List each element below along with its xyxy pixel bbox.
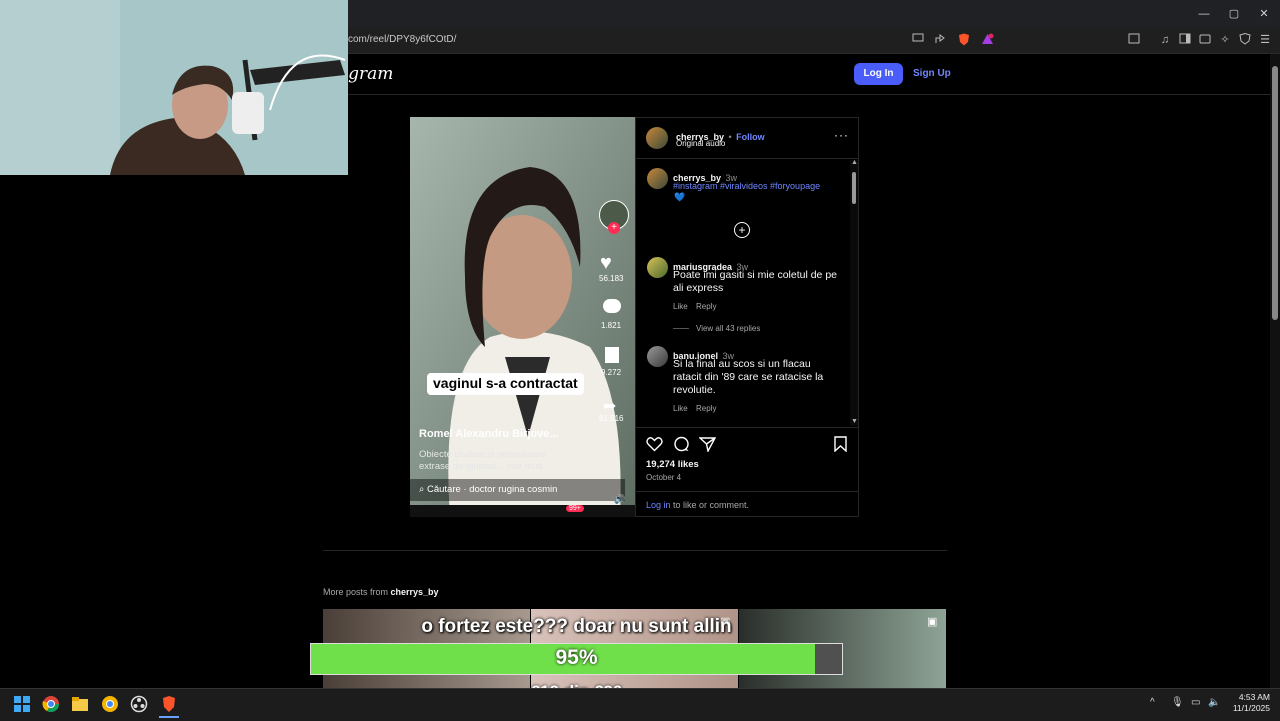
video-likes-count: 56.183 <box>599 274 624 283</box>
reel-icon: ▣ <box>927 616 938 628</box>
plus-icon: + <box>608 222 620 234</box>
share-icon[interactable] <box>933 33 947 47</box>
system-clock[interactable]: 4:53 AM 11/1/2025 <box>1228 692 1270 714</box>
clock-time: 4:53 AM <box>1238 692 1270 702</box>
comment-text: Poate imi gasiti si mie coletul de pe al… <box>673 269 837 294</box>
maximize-button[interactable]: ▢ <box>1224 6 1244 22</box>
video-search-overlay: ⌕ Căutare · doctor rugina cosmin <box>419 484 557 495</box>
replies-line <box>673 328 689 329</box>
video-saves-count: 9.272 <box>601 368 622 377</box>
comment-text: Si la final au scos si un flacau ratacit… <box>673 358 824 396</box>
microphone-icon[interactable]: 🎙 <box>1171 697 1184 708</box>
reader-mode-icon[interactable] <box>1127 33 1141 47</box>
bookmark-icon <box>605 347 619 363</box>
speaker-icon[interactable]: 🔈 <box>1208 697 1220 708</box>
login-button[interactable]: Log In <box>854 63 903 85</box>
obs-icon[interactable] <box>130 695 148 713</box>
media-icon[interactable]: ♫ <box>1158 33 1172 47</box>
blue-heart-emoji: 💙 <box>674 192 686 202</box>
clock-date: 11/1/2025 <box>1232 703 1270 713</box>
cast-icon[interactable] <box>911 33 925 47</box>
more-posts-label: More posts from <box>323 587 391 597</box>
comment-reply-button[interactable]: Reply <box>696 404 716 413</box>
more-options-icon[interactable]: ··· <box>834 128 849 142</box>
comment-reply-button[interactable]: Reply <box>696 302 716 311</box>
donation-percent: 95% <box>555 646 598 669</box>
more-posts-heading: More posts from cherrys_by <box>323 587 439 597</box>
panel-divider <box>636 427 858 428</box>
video-desc-overlay: Obiecte ciudate si periculoase extrase d… <box>419 449 546 472</box>
comment-avatar[interactable] <box>647 257 668 278</box>
brave-shield-icon[interactable] <box>957 33 971 47</box>
network-icon[interactable]: ▭ <box>1191 697 1200 708</box>
vpn-shield-icon[interactable] <box>1238 32 1252 47</box>
load-more-comments-icon[interactable]: + <box>734 222 750 238</box>
comment-icon[interactable] <box>673 436 690 457</box>
section-divider <box>323 550 947 551</box>
active-app-indicator <box>159 716 179 718</box>
original-audio-link[interactable]: Original audio <box>676 139 725 148</box>
video-caption-overlay: vaginul s-a contractat <box>427 373 584 395</box>
comment-avatar[interactable] <box>647 346 668 367</box>
windows-taskbar <box>0 688 1280 721</box>
login-prompt-text: to like or comment. <box>670 500 750 510</box>
donation-goal-title: o fortez este??? doar nu sunt allin <box>421 616 732 637</box>
webcam-overlay <box>0 0 348 175</box>
chevron-up-icon[interactable]: ^ <box>1150 697 1155 708</box>
heart-icon: ♥ <box>600 252 612 274</box>
close-window-button[interactable]: ✕ <box>1254 6 1274 22</box>
author-avatar[interactable] <box>646 127 668 149</box>
login-link[interactable]: Log in <box>646 500 671 510</box>
video-shares-count: 81.516 <box>599 414 624 423</box>
wallet-icon[interactable] <box>1198 33 1212 47</box>
like-icon[interactable] <box>646 436 663 457</box>
leo-ai-icon[interactable]: ✧ <box>1218 33 1232 47</box>
save-icon[interactable] <box>834 436 847 457</box>
video-comments-count: 1.821 <box>601 321 622 330</box>
send-icon[interactable] <box>698 436 717 457</box>
video-caption-text: vaginul s-a contractat <box>433 375 578 391</box>
signup-link[interactable]: Sign Up <box>913 63 951 85</box>
comment-like-button[interactable]: Like <box>673 302 688 311</box>
login-prompt: Log in to like or comment. <box>646 500 749 510</box>
view-replies-button[interactable]: View all 43 replies <box>696 324 760 333</box>
comment-bubble-icon <box>603 299 621 313</box>
notification-badge: 99+ <box>566 505 584 512</box>
video-search-text: Căutare · doctor rugina cosmin <box>426 484 558 495</box>
caption-avatar[interactable] <box>647 168 668 189</box>
panel-divider <box>636 158 858 159</box>
volume-icon[interactable]: 🔊 <box>614 494 625 505</box>
chrome-beta-icon[interactable] <box>101 695 119 713</box>
minimize-button[interactable]: — <box>1194 6 1214 22</box>
page-scroll-thumb[interactable] <box>1272 66 1278 320</box>
brave-rewards-icon[interactable] <box>980 33 994 47</box>
scroll-down-icon[interactable]: ▼ <box>851 418 858 425</box>
brave-icon[interactable] <box>160 695 178 713</box>
panel-divider <box>636 491 858 492</box>
post-date: October 4 <box>646 473 682 482</box>
video-author-overlay: Romel Alexandru Birjove... <box>419 428 559 440</box>
post-panel <box>635 117 859 517</box>
comment-like-button[interactable]: Like <box>673 404 688 413</box>
share-arrow-icon: ➦ <box>603 398 617 415</box>
chrome-icon[interactable] <box>42 695 60 713</box>
windows-start-icon[interactable] <box>13 695 31 713</box>
likes-count[interactable]: 19,274 likes <box>646 459 699 470</box>
search-icon: ⌕ <box>419 484 427 495</box>
comments-scroll-thumb[interactable] <box>852 172 856 204</box>
separator-dot: • <box>728 132 732 142</box>
caption-hashtags[interactable]: #instagram #viralvideos #foryoupage <box>673 181 820 191</box>
sidebar-icon[interactable] <box>1178 33 1192 47</box>
more-posts-username[interactable]: cherrys_by <box>391 587 439 597</box>
menu-icon[interactable]: ☰ <box>1258 33 1272 47</box>
file-explorer-icon[interactable] <box>71 695 89 713</box>
follow-button[interactable]: Follow <box>736 132 765 142</box>
scroll-up-icon[interactable]: ▲ <box>851 159 858 166</box>
url-text[interactable]: com/reel/DPY8y6fCOtD/ <box>348 34 456 45</box>
